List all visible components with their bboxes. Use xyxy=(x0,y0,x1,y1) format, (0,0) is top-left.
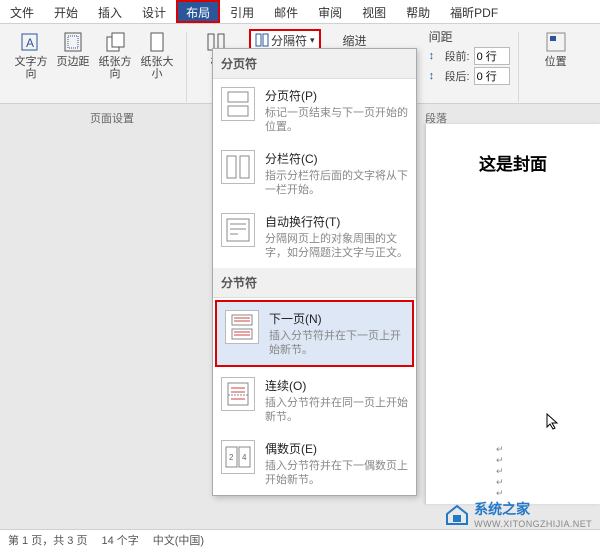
watermark-url: WWW.XITONGZHIJIA.NET xyxy=(474,519,592,529)
tab-file[interactable]: 文件 xyxy=(0,0,44,23)
text-wrap-break-icon xyxy=(221,213,255,247)
menu-item-even-page[interactable]: 24 偶数页(E)插入分节符并在下一偶数页上开始新节。 xyxy=(213,432,416,495)
spacing-label: 间距 xyxy=(429,28,453,45)
status-language[interactable]: 中文(中国) xyxy=(153,532,204,548)
paragraph-marks: ↵↵↵↵↵ xyxy=(496,444,504,499)
orientation-icon xyxy=(103,30,127,54)
spacing-before-row: ↕ 段前: xyxy=(429,47,510,65)
svg-text:4: 4 xyxy=(242,453,247,462)
menu-item-page-break[interactable]: 分页符(P)标记一页结束与下一页开始的位置。 xyxy=(213,79,416,142)
text-direction-button[interactable]: A 文字方向 xyxy=(10,28,52,80)
column-break-icon xyxy=(221,150,255,184)
spacing-before-label: 段前: xyxy=(445,48,470,64)
margins-button[interactable]: 页边距 xyxy=(52,28,94,80)
tab-home[interactable]: 开始 xyxy=(44,0,88,23)
even-page-icon: 24 xyxy=(221,440,255,474)
document-page[interactable]: 这是封面 ↵↵↵↵↵ xyxy=(425,124,600,504)
svg-text:A: A xyxy=(26,36,34,50)
menu-item-continuous[interactable]: 连续(O)插入分节符并在同一页上开始新节。 xyxy=(213,369,416,432)
spacing-before-input[interactable] xyxy=(474,47,510,65)
page-break-icon xyxy=(221,87,255,121)
tab-view[interactable]: 视图 xyxy=(352,0,396,23)
dropdown-section-section-breaks: 分节符 xyxy=(213,268,416,298)
page-title: 这是封面 xyxy=(426,150,600,175)
margins-icon xyxy=(61,30,85,54)
spacing-after-icon: ↕ xyxy=(429,70,443,82)
breaks-dropdown: 分页符 分页符(P)标记一页结束与下一页开始的位置。 分栏符(C)指示分栏符后面… xyxy=(212,48,417,496)
spacing-after-input[interactable] xyxy=(474,67,510,85)
tab-layout[interactable]: 布局 xyxy=(176,0,220,23)
continuous-icon xyxy=(221,377,255,411)
breaks-icon xyxy=(255,33,269,47)
dropdown-section-page-breaks: 分页符 xyxy=(213,49,416,79)
tab-bar: 文件 开始 插入 设计 布局 引用 邮件 审阅 视图 帮助 福昕PDF xyxy=(0,0,600,24)
next-page-icon xyxy=(225,310,259,344)
cursor-icon xyxy=(546,413,560,434)
tab-foxit[interactable]: 福昕PDF xyxy=(440,0,508,23)
watermark-logo-icon xyxy=(444,502,470,526)
spacing-after-row: ↕ 段后: xyxy=(429,67,510,85)
watermark: 系统之家 WWW.XITONGZHIJIA.NET xyxy=(444,499,592,529)
highlighted-section: 下一页(N)插入分节符并在下一页上开始新节。 xyxy=(215,300,414,367)
tab-design[interactable]: 设计 xyxy=(132,0,176,23)
spacing-before-icon: ↕ xyxy=(429,50,443,62)
status-words[interactable]: 14 个字 xyxy=(101,532,138,548)
breaks-label: 分隔符 xyxy=(271,32,307,49)
text-direction-icon: A xyxy=(19,30,43,54)
menu-item-text-wrapping-break[interactable]: 自动换行符(T)分隔网页上的对象周围的文字，如分隔题注文字与正文。 xyxy=(213,205,416,268)
tab-insert[interactable]: 插入 xyxy=(88,0,132,23)
orientation-button[interactable]: 纸张方向 xyxy=(94,28,136,80)
position-icon xyxy=(544,30,568,54)
status-pages[interactable]: 第 1 页，共 3 页 xyxy=(8,532,87,548)
tab-review[interactable]: 审阅 xyxy=(308,0,352,23)
menu-item-next-page[interactable]: 下一页(N)插入分节符并在下一页上开始新节。 xyxy=(217,302,412,365)
chevron-down-icon: ▾ xyxy=(310,35,315,46)
status-bar: 第 1 页，共 3 页 14 个字 中文(中国) xyxy=(0,529,600,549)
document-area: 页面设置 段落 分页符 分页符(P)标记一页结束与下一页开始的位置。 分栏符(C… xyxy=(0,104,600,549)
indent-label: 缩进 xyxy=(343,32,367,49)
menu-item-column-break[interactable]: 分栏符(C)指示分栏符后面的文字将从下一栏开始。 xyxy=(213,142,416,205)
tab-help[interactable]: 帮助 xyxy=(396,0,440,23)
spacing-after-label: 段后: xyxy=(445,68,470,84)
separator xyxy=(518,32,519,102)
size-icon xyxy=(145,30,169,54)
tab-references[interactable]: 引用 xyxy=(220,0,264,23)
watermark-title: 系统之家 xyxy=(474,499,592,519)
size-button[interactable]: 纸张大小 xyxy=(136,28,178,80)
svg-text:2: 2 xyxy=(229,453,234,462)
position-button[interactable]: 位置 xyxy=(535,28,577,68)
tab-mailings[interactable]: 邮件 xyxy=(264,0,308,23)
separator xyxy=(186,32,187,102)
page-setup-group-label: 页面设置 xyxy=(90,110,134,126)
